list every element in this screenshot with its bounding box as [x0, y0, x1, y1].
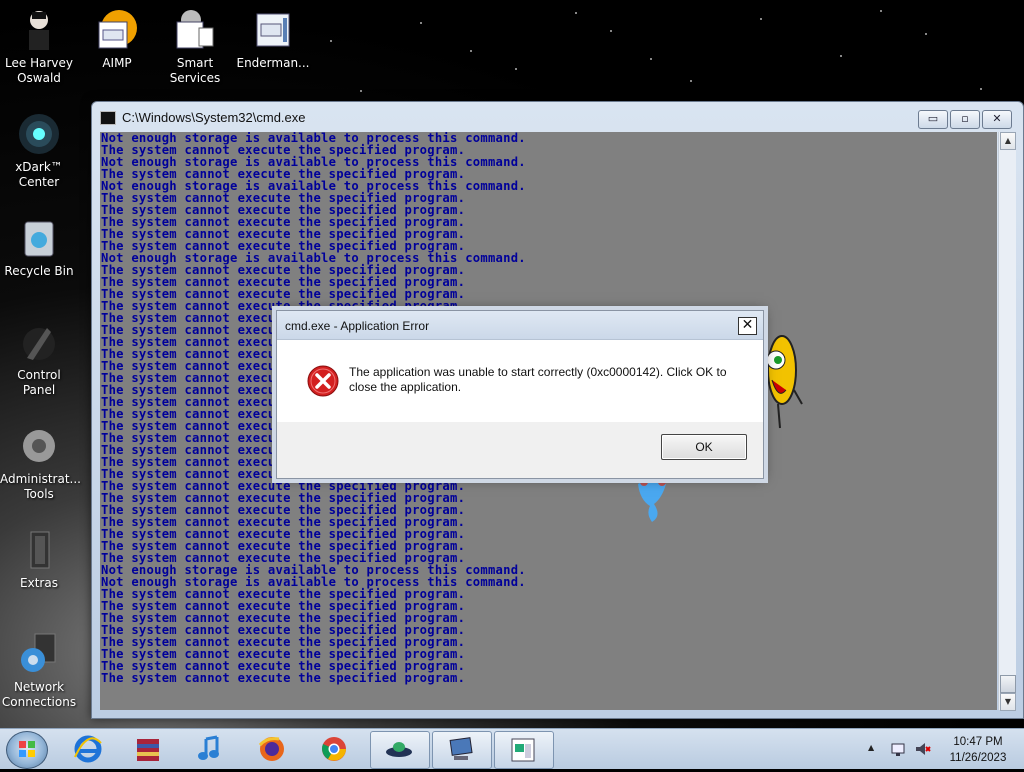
dialog-title: cmd.exe - Application Error: [285, 319, 430, 333]
tray-expand-arrow-icon[interactable]: ▲: [868, 743, 874, 752]
desktop-mascot: [760, 330, 804, 430]
person-icon: [17, 8, 61, 52]
chrome-icon: [319, 735, 349, 763]
desktop-icon-recycle-bin[interactable]: Recycle Bin: [0, 216, 78, 279]
ufo-app-icon: [384, 736, 414, 764]
taskbar-button[interactable]: [494, 731, 554, 769]
ok-button[interactable]: OK: [661, 434, 747, 460]
desktop-icon-label: Administrat... Tools: [0, 472, 81, 501]
taskbar-button[interactable]: [370, 731, 430, 769]
taskbar-button[interactable]: [120, 731, 178, 767]
cmd-titlebar[interactable]: C:\Windows\System32\cmd.exe ▭ ▫ ✕: [92, 102, 1023, 132]
internet-explorer-icon: [73, 735, 103, 763]
dialog-titlebar[interactable]: cmd.exe - Application Error ✕: [277, 311, 763, 340]
tray-clock[interactable]: 10:47 PM 11/26/2023: [938, 734, 1018, 766]
desktop-icon-label: Network Connections: [1, 680, 77, 709]
minimize-button[interactable]: ▭: [918, 110, 948, 129]
scroll-up-arrow[interactable]: ▲: [1000, 132, 1016, 150]
desktop-icon-label: xDark™ Center: [15, 160, 63, 189]
control-panel-icon: [17, 320, 61, 364]
windows-logo-icon: [19, 741, 35, 757]
desktop-icon-label: Enderman...: [236, 56, 310, 70]
console-line: The system cannot execute the specified …: [101, 671, 466, 685]
error-icon: [307, 365, 339, 397]
clock-time: 10:47 PM: [953, 736, 1003, 748]
desktop-icon-label: Control Panel: [17, 368, 61, 397]
error-dialog[interactable]: cmd.exe - Application Error ✕ The applic…: [276, 310, 764, 479]
aimp-icon: [95, 8, 139, 52]
desktop-icon-label: Extras: [20, 576, 58, 590]
clock-date: 11/26/2023: [949, 752, 1007, 764]
desktop-icon-control-panel[interactable]: Control Panel: [0, 320, 78, 398]
taskbar-button[interactable]: [182, 731, 240, 767]
scroll-thumb[interactable]: [1000, 675, 1016, 693]
desktop-icon-label: Recycle Bin: [4, 264, 74, 278]
taskbar-button[interactable]: [244, 731, 302, 767]
desktop-icon-enderman[interactable]: Enderman...: [234, 8, 312, 71]
extras-icon: [17, 528, 61, 572]
cmd-app-icon: [100, 111, 116, 125]
dialog-footer: OK: [277, 422, 763, 478]
desktop-icon-extras[interactable]: Extras: [0, 528, 78, 591]
scroll-down-arrow[interactable]: ▼: [1000, 693, 1016, 711]
desktop-icon-smart-services[interactable]: Smart Services: [156, 8, 234, 86]
firefox-icon: [257, 735, 287, 763]
desktop-icon-label: Lee Harvey Oswald: [5, 56, 73, 85]
taskbar-button[interactable]: [306, 731, 364, 767]
vertical-scrollbar[interactable]: ▲ ▼: [998, 132, 1016, 711]
network-icon: [17, 632, 61, 676]
computer-app-icon: [446, 736, 476, 764]
close-icon: ✕: [741, 317, 754, 333]
restore-button[interactable]: ▫: [950, 110, 980, 129]
desktop-icon-xdark-center[interactable]: xDark™ Center: [0, 112, 78, 190]
desktop-icon-lee-harvey-oswald[interactable]: Lee Harvey Oswald: [0, 8, 78, 86]
desktop-icon-network-connections[interactable]: Network Connections: [0, 632, 78, 710]
desktop-icon-administrative-tools[interactable]: Administrat... Tools: [0, 424, 81, 502]
dialog-body: The application was unable to start corr…: [277, 340, 763, 422]
taskbar-button[interactable]: [432, 731, 492, 769]
recycle-bin-icon: [17, 216, 61, 260]
taskbar-button[interactable]: [60, 731, 118, 767]
services-icon: [173, 8, 217, 52]
cmd-window-title: C:\Windows\System32\cmd.exe: [122, 110, 306, 125]
document-window-icon: [508, 736, 538, 764]
window-app-icon: [251, 8, 295, 52]
desktop-icon-label: AIMP: [102, 56, 132, 70]
network-tray-icon[interactable]: [890, 740, 908, 758]
xdark-icon: [17, 112, 61, 156]
close-icon: ✕: [992, 112, 1002, 125]
dialog-close-button[interactable]: ✕: [738, 317, 757, 335]
minimize-icon: ▭: [927, 112, 939, 125]
winrar-icon: [133, 735, 163, 763]
music-note-icon: [195, 735, 225, 763]
taskbar: ▲ 10:47 PM 11/26/2023: [0, 728, 1024, 769]
desktop-icon-aimp[interactable]: AIMP: [78, 8, 156, 71]
desktop-icon-label: Smart Services: [169, 56, 221, 85]
close-button[interactable]: ✕: [982, 110, 1012, 129]
dialog-message: The application was unable to start corr…: [349, 365, 727, 394]
genie-mascot: [632, 476, 672, 524]
start-button[interactable]: [6, 731, 48, 769]
restore-icon: ▫: [961, 112, 969, 125]
volume-muted-icon[interactable]: [914, 740, 932, 758]
admin-tools-icon: [17, 424, 61, 468]
